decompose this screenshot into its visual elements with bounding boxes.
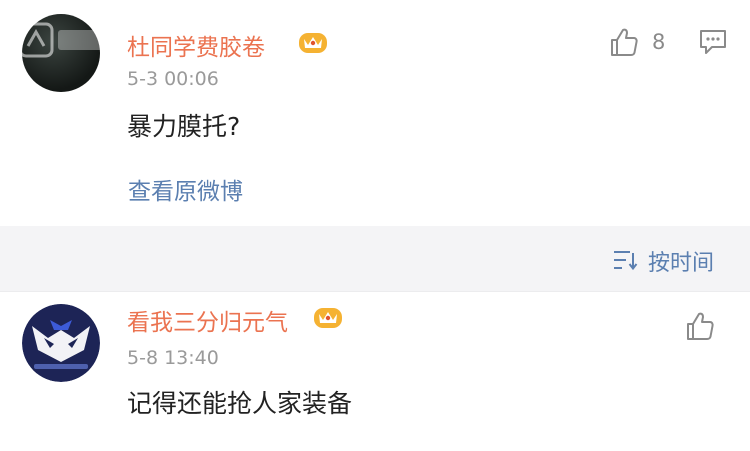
comment-text: 暴力膜托? (127, 112, 241, 141)
like-count: 8 (652, 30, 666, 54)
thumbs-up-icon (687, 312, 714, 340)
username[interactable]: 杜同学费胶卷 (127, 28, 265, 62)
sort-by-time-button[interactable]: 按时间 (612, 244, 724, 276)
reply-button[interactable] (698, 28, 728, 56)
sort-label: 按时间 (648, 251, 715, 276)
comment-item: 杜同学费胶卷 5-3 00:06 暴力膜托? 查看原微博 8 (0, 0, 750, 226)
vip-crown-icon (314, 308, 342, 328)
comment-timestamp: 5-3 00:06 (127, 68, 219, 90)
avatar[interactable] (22, 14, 100, 92)
comment-item: 看我三分归元气 5-8 13:40 记得还能抢人家装备 (0, 292, 750, 451)
comment-text: 记得还能抢人家装备 (127, 389, 353, 418)
username[interactable]: 看我三分归元气 (127, 303, 288, 337)
view-original-weibo-link[interactable]: 查看原微博 (128, 172, 243, 206)
vip-crown-icon (299, 33, 327, 53)
sort-lines-icon (614, 251, 638, 271)
avatar[interactable] (22, 304, 100, 382)
like-button[interactable] (684, 310, 718, 344)
sort-bar: 按时间 (0, 226, 750, 292)
comment-icon (700, 30, 726, 54)
like-button[interactable]: 8 (608, 26, 688, 60)
comment-timestamp: 5-8 13:40 (127, 347, 219, 369)
thumbs-up-icon (611, 28, 638, 56)
